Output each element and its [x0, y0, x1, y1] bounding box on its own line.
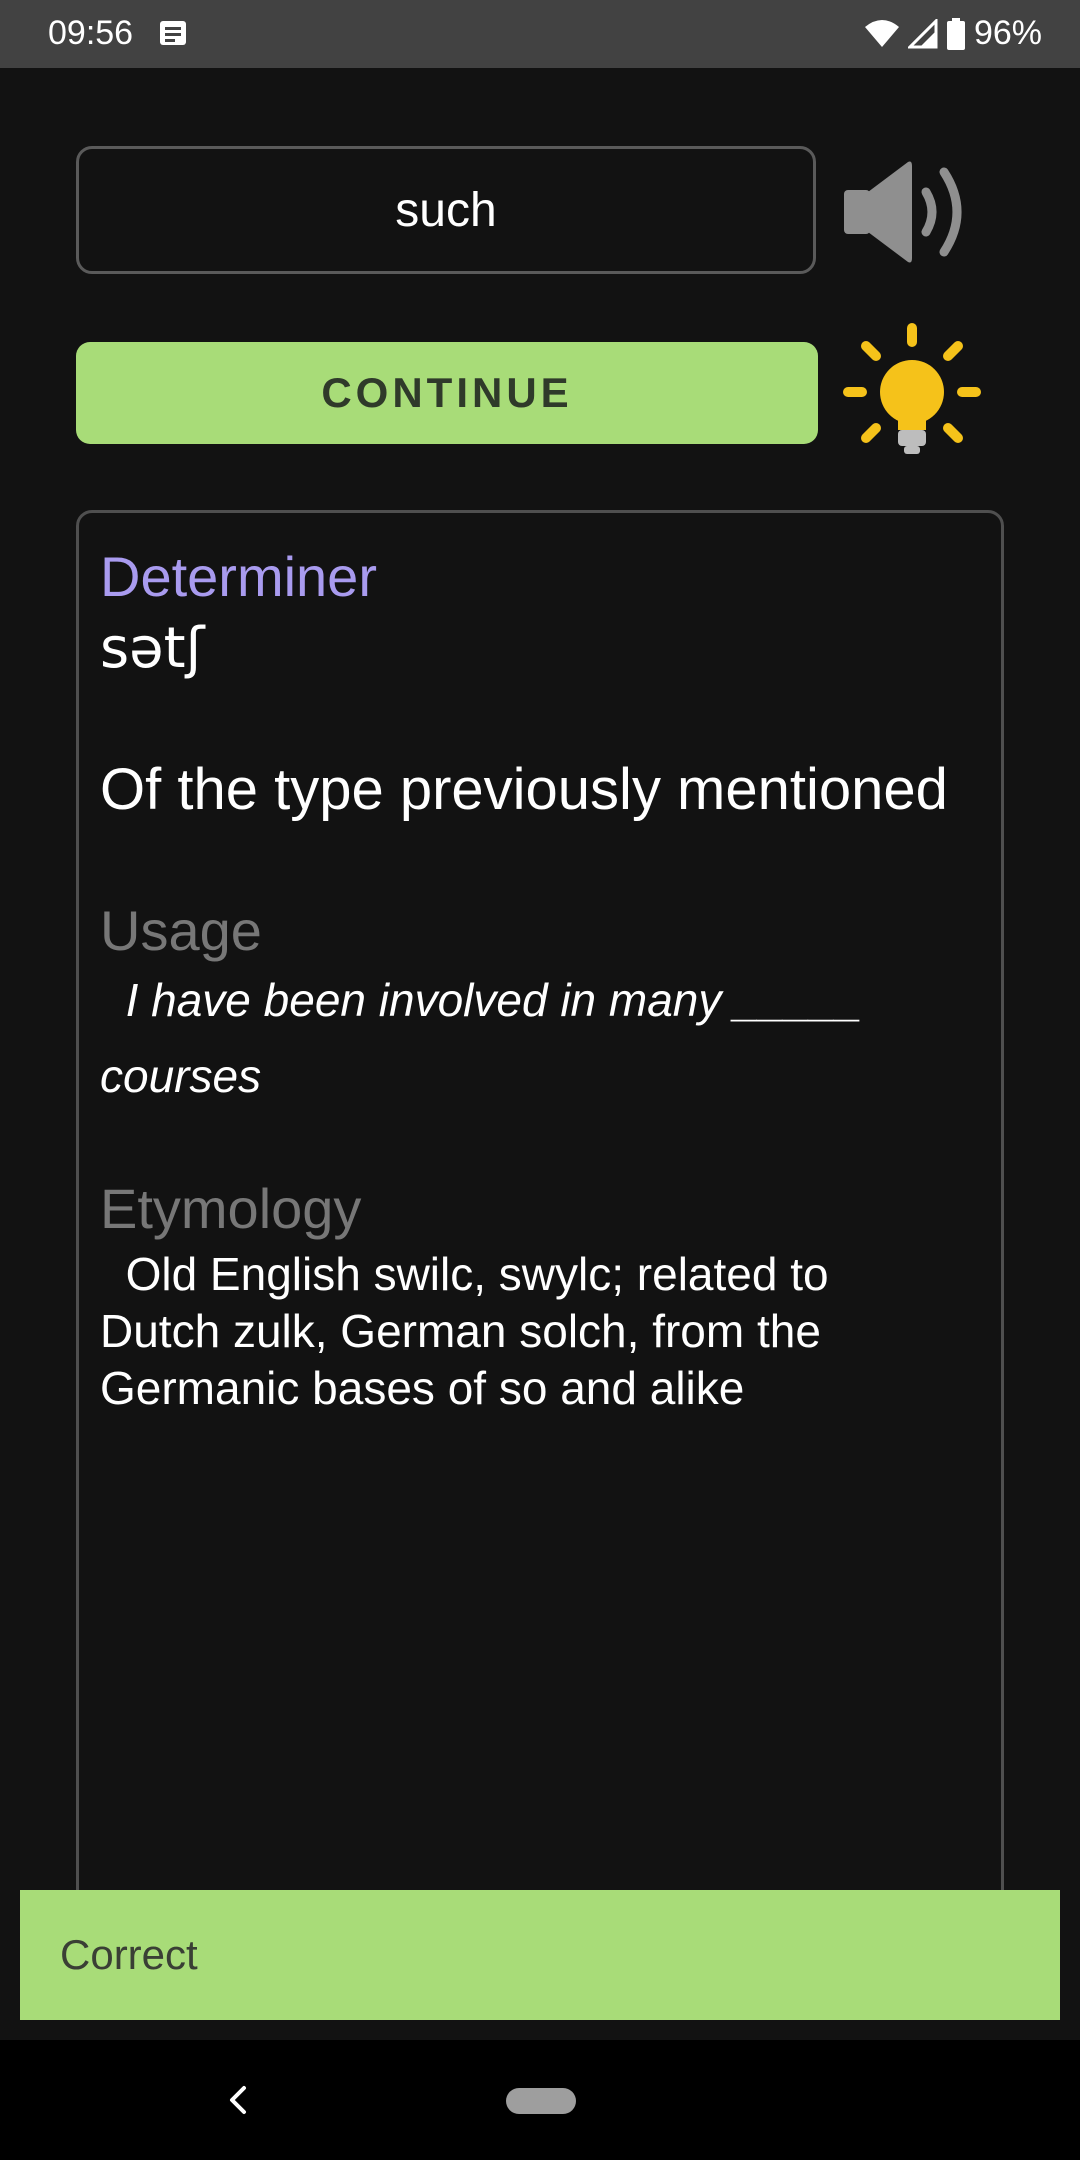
phonetic: sətʃ [100, 616, 205, 681]
notification-icon [160, 21, 186, 45]
signal-icon [907, 18, 938, 48]
status-icons: 96% [864, 14, 1042, 53]
definition-text: Of the type previously mentioned [100, 757, 948, 822]
usage-heading: Usage [100, 899, 262, 962]
feedback-label: Correct [60, 1931, 198, 1978]
back-icon[interactable] [222, 2080, 254, 2120]
etymology-heading: Etymology [100, 1177, 362, 1240]
status-time: 09:56 [48, 14, 134, 52]
continue-button[interactable]: CONTINUE [76, 342, 818, 444]
usage-text: I have been involved in many _____ cours… [100, 974, 875, 1102]
screen: 09:56 96% such CONTINUE Determiner sətʃ … [0, 0, 1080, 2160]
wifi-icon [864, 19, 899, 47]
lightbulb-icon[interactable] [842, 322, 982, 464]
battery-icon [946, 17, 965, 50]
home-handle[interactable] [506, 2088, 576, 2114]
etymology-text: Old English swilc, swylc; related to Dut… [100, 1248, 842, 1414]
correct-feedback-bar: Correct [20, 1890, 1060, 2020]
speaker-icon[interactable] [840, 156, 982, 268]
answer-field[interactable]: such [76, 146, 816, 274]
part-of-speech: Determiner [100, 545, 377, 608]
status-bar: 09:56 96% [0, 0, 1080, 68]
battery-percent: 96% [973, 14, 1042, 52]
